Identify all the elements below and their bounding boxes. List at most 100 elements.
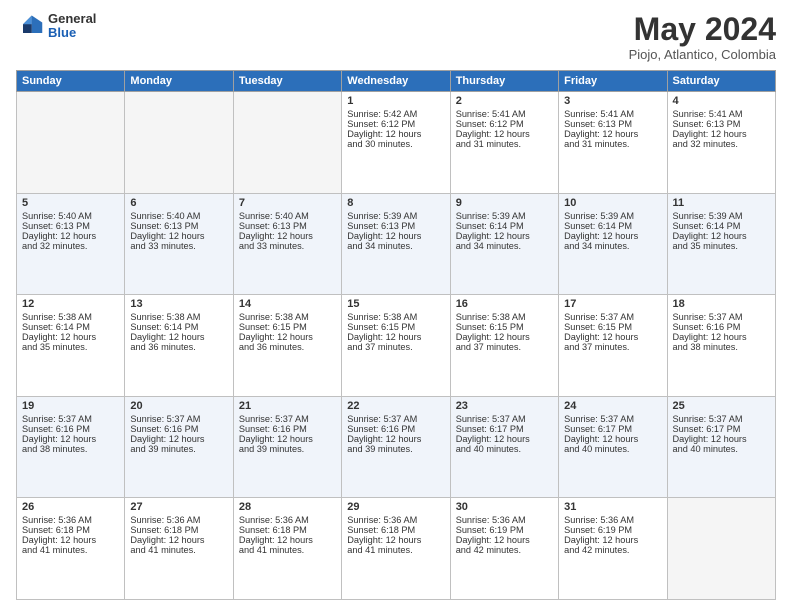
week-row-2: 5Sunrise: 5:40 AMSunset: 6:13 PMDaylight…	[17, 193, 776, 295]
day-info-line: and 35 minutes.	[673, 241, 770, 251]
calendar-cell-w1-d7: 4Sunrise: 5:41 AMSunset: 6:13 PMDaylight…	[667, 92, 775, 194]
calendar-cell-w4-d7: 25Sunrise: 5:37 AMSunset: 6:17 PMDayligh…	[667, 396, 775, 498]
calendar-cell-w1-d6: 3Sunrise: 5:41 AMSunset: 6:13 PMDaylight…	[559, 92, 667, 194]
calendar-cell-w4-d4: 22Sunrise: 5:37 AMSunset: 6:16 PMDayligh…	[342, 396, 450, 498]
day-info-line: Sunset: 6:18 PM	[22, 525, 119, 535]
day-number: 15	[347, 298, 444, 310]
col-friday: Friday	[559, 71, 667, 92]
day-number: 18	[673, 298, 770, 310]
day-info-line: and 31 minutes.	[564, 139, 661, 149]
day-info-line: Daylight: 12 hours	[130, 434, 227, 444]
day-info-line: Sunset: 6:16 PM	[22, 424, 119, 434]
day-info-line: Sunset: 6:14 PM	[130, 322, 227, 332]
day-number: 10	[564, 197, 661, 209]
day-info-line: Sunrise: 5:39 AM	[673, 211, 770, 221]
calendar-cell-w3-d5: 16Sunrise: 5:38 AMSunset: 6:15 PMDayligh…	[450, 295, 558, 397]
day-info-line: and 40 minutes.	[564, 444, 661, 454]
logo-blue-text: Blue	[48, 26, 96, 40]
day-info-line: Sunrise: 5:36 AM	[130, 515, 227, 525]
col-sunday: Sunday	[17, 71, 125, 92]
day-info-line: Sunrise: 5:37 AM	[673, 414, 770, 424]
day-info-line: Sunset: 6:14 PM	[456, 221, 553, 231]
day-info-line: Sunrise: 5:41 AM	[673, 109, 770, 119]
day-info-line: and 35 minutes.	[22, 342, 119, 352]
day-info-line: Sunrise: 5:42 AM	[347, 109, 444, 119]
calendar-cell-w4-d1: 19Sunrise: 5:37 AMSunset: 6:16 PMDayligh…	[17, 396, 125, 498]
week-row-5: 26Sunrise: 5:36 AMSunset: 6:18 PMDayligh…	[17, 498, 776, 600]
day-number: 23	[456, 400, 553, 412]
day-info-line: Sunrise: 5:38 AM	[130, 312, 227, 322]
day-info-line: Daylight: 12 hours	[347, 535, 444, 545]
day-info-line: and 32 minutes.	[673, 139, 770, 149]
logo: General Blue	[16, 12, 96, 41]
day-info-line: Daylight: 12 hours	[456, 231, 553, 241]
logo-text: General Blue	[48, 12, 96, 41]
calendar-cell-w2-d4: 8Sunrise: 5:39 AMSunset: 6:13 PMDaylight…	[342, 193, 450, 295]
day-number: 22	[347, 400, 444, 412]
day-info-line: Daylight: 12 hours	[673, 231, 770, 241]
day-info-line: Daylight: 12 hours	[456, 434, 553, 444]
day-number: 29	[347, 501, 444, 513]
calendar-header-row: Sunday Monday Tuesday Wednesday Thursday…	[17, 71, 776, 92]
day-info-line: Sunrise: 5:37 AM	[564, 312, 661, 322]
day-number: 27	[130, 501, 227, 513]
day-info-line: Daylight: 12 hours	[239, 535, 336, 545]
month-title: May 2024	[629, 12, 776, 47]
day-info-line: Sunset: 6:16 PM	[673, 322, 770, 332]
day-info-line: Daylight: 12 hours	[456, 535, 553, 545]
day-info-line: Sunrise: 5:36 AM	[564, 515, 661, 525]
calendar-table: Sunday Monday Tuesday Wednesday Thursday…	[16, 70, 776, 600]
day-info-line: Sunset: 6:15 PM	[347, 322, 444, 332]
calendar-cell-w5-d7	[667, 498, 775, 600]
day-info-line: Sunset: 6:13 PM	[673, 119, 770, 129]
page: General Blue May 2024 Piojo, Atlantico, …	[0, 0, 792, 612]
day-info-line: Sunset: 6:13 PM	[130, 221, 227, 231]
day-number: 26	[22, 501, 119, 513]
day-info-line: Sunrise: 5:38 AM	[347, 312, 444, 322]
day-info-line: Sunset: 6:13 PM	[564, 119, 661, 129]
calendar-cell-w3-d6: 17Sunrise: 5:37 AMSunset: 6:15 PMDayligh…	[559, 295, 667, 397]
day-info-line: Daylight: 12 hours	[130, 231, 227, 241]
day-info-line: Sunset: 6:14 PM	[22, 322, 119, 332]
day-info-line: and 31 minutes.	[456, 139, 553, 149]
header: General Blue May 2024 Piojo, Atlantico, …	[16, 12, 776, 62]
calendar-cell-w1-d1	[17, 92, 125, 194]
calendar-cell-w1-d3	[233, 92, 341, 194]
day-info-line: Daylight: 12 hours	[22, 535, 119, 545]
day-info-line: Sunrise: 5:40 AM	[22, 211, 119, 221]
day-number: 8	[347, 197, 444, 209]
day-info-line: and 34 minutes.	[564, 241, 661, 251]
day-info-line: Sunrise: 5:36 AM	[347, 515, 444, 525]
day-info-line: Daylight: 12 hours	[239, 434, 336, 444]
day-number: 13	[130, 298, 227, 310]
day-number: 21	[239, 400, 336, 412]
day-info-line: Daylight: 12 hours	[130, 535, 227, 545]
calendar-cell-w2-d6: 10Sunrise: 5:39 AMSunset: 6:14 PMDayligh…	[559, 193, 667, 295]
day-number: 3	[564, 95, 661, 107]
day-info-line: Sunrise: 5:40 AM	[130, 211, 227, 221]
day-info-line: Sunset: 6:14 PM	[673, 221, 770, 231]
day-info-line: Sunset: 6:14 PM	[564, 221, 661, 231]
day-info-line: Sunrise: 5:38 AM	[239, 312, 336, 322]
day-info-line: Sunset: 6:15 PM	[564, 322, 661, 332]
day-info-line: Sunrise: 5:36 AM	[22, 515, 119, 525]
calendar-cell-w2-d3: 7Sunrise: 5:40 AMSunset: 6:13 PMDaylight…	[233, 193, 341, 295]
day-number: 19	[22, 400, 119, 412]
day-info-line: Sunrise: 5:40 AM	[239, 211, 336, 221]
calendar-cell-w1-d5: 2Sunrise: 5:41 AMSunset: 6:12 PMDaylight…	[450, 92, 558, 194]
day-info-line: and 41 minutes.	[130, 545, 227, 555]
calendar-cell-w4-d6: 24Sunrise: 5:37 AMSunset: 6:17 PMDayligh…	[559, 396, 667, 498]
day-info-line: and 37 minutes.	[456, 342, 553, 352]
calendar-cell-w1-d4: 1Sunrise: 5:42 AMSunset: 6:12 PMDaylight…	[342, 92, 450, 194]
day-info-line: and 39 minutes.	[347, 444, 444, 454]
day-info-line: Daylight: 12 hours	[564, 129, 661, 139]
col-wednesday: Wednesday	[342, 71, 450, 92]
day-info-line: Sunset: 6:18 PM	[239, 525, 336, 535]
day-info-line: Sunrise: 5:36 AM	[239, 515, 336, 525]
day-info-line: and 41 minutes.	[239, 545, 336, 555]
day-info-line: Daylight: 12 hours	[673, 129, 770, 139]
day-info-line: and 40 minutes.	[673, 444, 770, 454]
day-info-line: Daylight: 12 hours	[564, 535, 661, 545]
day-number: 28	[239, 501, 336, 513]
day-info-line: and 34 minutes.	[347, 241, 444, 251]
